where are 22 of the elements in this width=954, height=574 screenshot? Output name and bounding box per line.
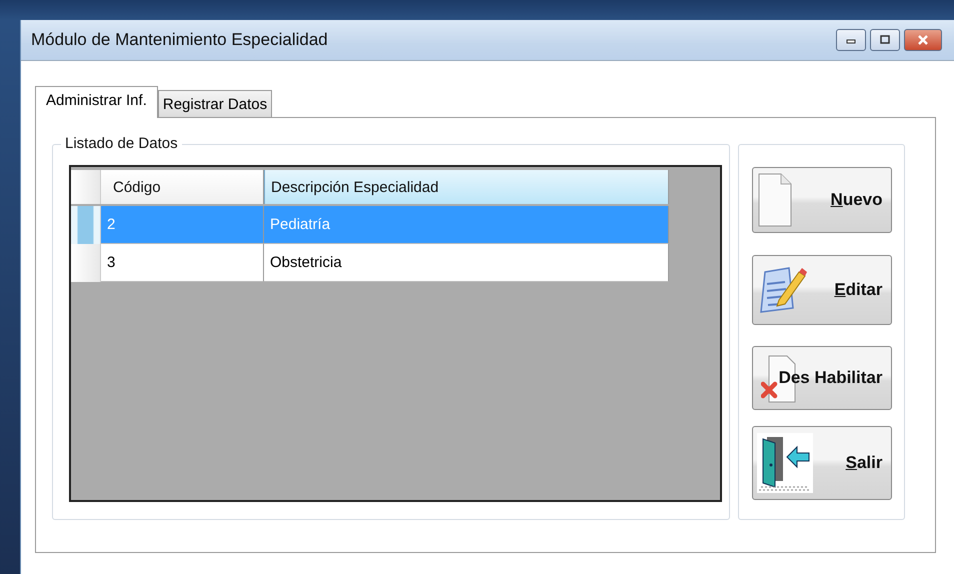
close-icon <box>916 35 930 45</box>
table-cell: 3 <box>101 244 264 282</box>
tab[interactable]: Registrar Datos <box>158 90 272 117</box>
table-row[interactable]: 3 Obstetricia <box>71 244 720 282</box>
disable-button[interactable]: Des Habilitar <box>752 346 892 410</box>
maximize-icon <box>879 35 891 45</box>
table-cell: Pediatría <box>264 206 669 244</box>
document-icon <box>756 172 792 228</box>
close-button[interactable] <box>904 29 942 51</box>
maximize-button[interactable] <box>870 29 900 51</box>
tab[interactable]: Administrar Inf. <box>35 86 158 118</box>
row-header <box>71 170 101 204</box>
minimize-button[interactable] <box>836 29 866 51</box>
column-header[interactable]: Descripción Especialidad <box>264 170 669 204</box>
window-title: Módulo de Mantenimiento Especialidad <box>31 30 328 50</box>
table-cell: Obstetricia <box>264 244 669 282</box>
edit-button[interactable]: Editar <box>752 255 892 325</box>
exit-button[interactable]: Salir <box>752 426 892 500</box>
column-header[interactable]: Código <box>101 170 264 204</box>
exit-door-icon <box>756 433 812 493</box>
new-button[interactable]: Nuevo <box>752 167 892 233</box>
table-cell: 2 <box>101 206 264 244</box>
